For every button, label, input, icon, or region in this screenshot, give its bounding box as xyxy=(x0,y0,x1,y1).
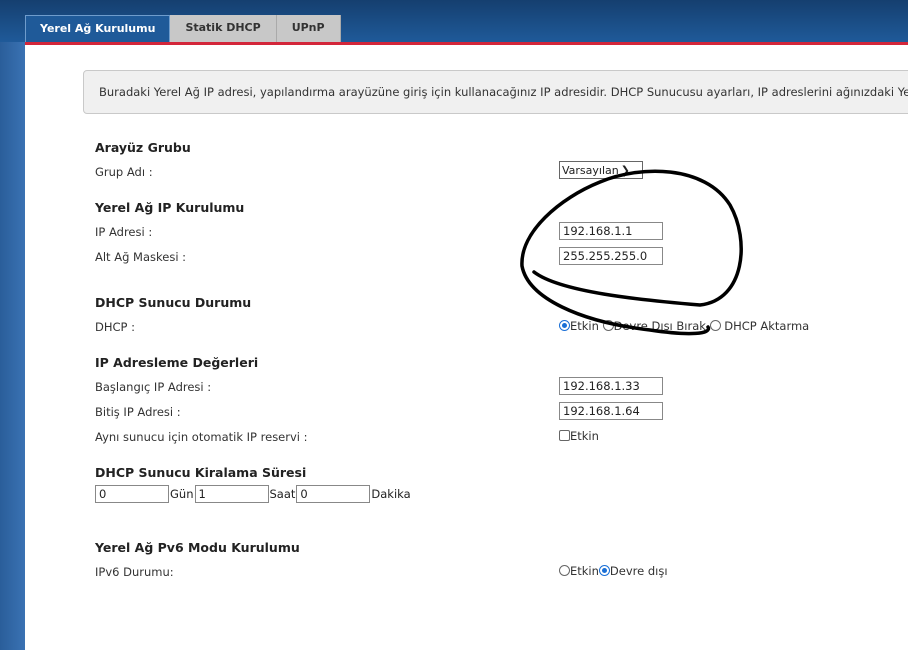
lease-hours-input[interactable] xyxy=(194,485,269,503)
chevron-down-icon: ❯ xyxy=(620,163,630,177)
ip-reserve-label: Aynı sunucu için otomatik IP reservi : xyxy=(95,430,308,444)
ip-reserve-checkbox[interactable] xyxy=(559,430,570,441)
lease-hours-unit: Saat xyxy=(269,487,296,501)
subnet-mask-label: Alt Ağ Maskesi : xyxy=(95,250,187,264)
dhcp-label: DHCP : xyxy=(95,320,135,334)
section-lease-time: DHCP Sunucu Kiralama Süresi xyxy=(95,465,307,480)
dhcp-relay-label: DHCP Aktarma xyxy=(724,319,810,333)
ipv6-disable-radio[interactable] xyxy=(598,565,610,576)
ipv6-radio-group: Etkin Devre dışı xyxy=(559,564,668,578)
ip-address-label: IP Adresi : xyxy=(95,225,153,239)
lease-minutes-unit: Dakika xyxy=(371,487,411,501)
section-ipv6: Yerel Ağ Pv6 Modu Kurulumu xyxy=(95,540,300,555)
dhcp-enable-radio[interactable] xyxy=(559,320,570,331)
ip-address-input[interactable] xyxy=(559,222,663,240)
lease-minutes-input[interactable] xyxy=(296,485,371,503)
tab-static-dhcp[interactable]: Statik DHCP xyxy=(170,15,277,42)
ipv6-enable-label: Etkin xyxy=(570,564,599,578)
subnet-mask-input[interactable] xyxy=(559,247,663,265)
dhcp-radio-group: Etkin Devre Dışı Bırak DHCP Aktarma xyxy=(559,319,809,333)
section-lan-ip: Yerel Ağ IP Kurulumu xyxy=(95,200,245,215)
dhcp-enable-label: Etkin xyxy=(570,319,599,333)
end-ip-input[interactable] xyxy=(559,402,663,420)
group-name-select[interactable]: Varsayılan ❯ xyxy=(559,161,643,179)
tab-bar: Yerel Ağ Kurulumu Statik DHCP UPnP xyxy=(25,15,341,42)
ipv6-enable-radio[interactable] xyxy=(559,565,570,576)
ipv6-disable-label: Devre dışı xyxy=(609,564,668,578)
start-ip-label: Başlangıç IP Adresi : xyxy=(95,380,212,394)
dhcp-disable-label: Devre Dışı Bırak xyxy=(613,319,706,333)
dhcp-relay-radio[interactable] xyxy=(709,320,721,331)
tab-upnp[interactable]: UPnP xyxy=(276,15,341,42)
settings-panel: Buradaki Yerel Ağ IP adresi, yapılandırm… xyxy=(25,45,908,650)
group-name-selected-value: Varsayılan xyxy=(562,163,619,177)
group-name-label: Grup Adı : xyxy=(95,165,153,179)
section-dhcp-status: DHCP Sunucu Durumu xyxy=(95,295,252,310)
dhcp-disable-radio[interactable] xyxy=(602,320,614,331)
section-ip-addressing: IP Adresleme Değerleri xyxy=(95,355,259,370)
ipv6-status-label: IPv6 Durumu: xyxy=(95,565,174,579)
lease-time-row: Gün Saat Dakika xyxy=(95,485,412,503)
tab-lan-setup[interactable]: Yerel Ağ Kurulumu xyxy=(25,15,171,42)
start-ip-input[interactable] xyxy=(559,377,663,395)
end-ip-label: Bitiş IP Adresi : xyxy=(95,405,181,419)
ip-reserve-option-label: Etkin xyxy=(570,429,599,443)
info-notice: Buradaki Yerel Ağ IP adresi, yapılandırm… xyxy=(83,70,908,114)
lease-days-unit: Gün xyxy=(170,487,194,501)
left-sidebar-strip xyxy=(0,42,25,650)
lease-days-input[interactable] xyxy=(95,485,169,503)
section-interface-group: Arayüz Grubu xyxy=(95,140,191,155)
